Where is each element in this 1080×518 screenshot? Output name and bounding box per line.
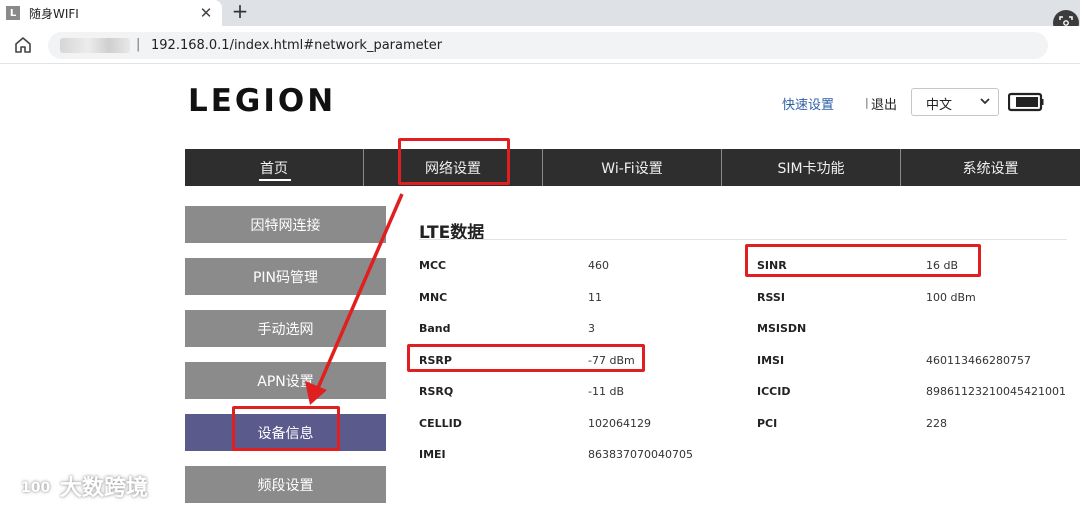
tab-favicon-icon: L (6, 6, 20, 20)
sidebar-item-internet-connection[interactable]: 因特网连接 (185, 206, 386, 243)
language-select[interactable]: 中文 (911, 88, 999, 116)
sidebar-item-manual-network[interactable]: 手动选网 (185, 310, 386, 347)
table-row: RSRP -77 dBm IMSI 460113466280757 (419, 350, 1080, 382)
row-value-2: 89861123210045421001 (926, 385, 1066, 398)
battery-icon (1007, 91, 1044, 113)
browser-tab-bar: L 随身WIFI ✕ + (0, 0, 1080, 26)
watermark-logo-icon: 100 (11, 476, 50, 496)
table-row: Band 3 MSISDN (419, 318, 1080, 350)
lte-data-table: MCC 460 SINR 16 dB MNC 11 RSSI 100 dBm B… (419, 255, 1080, 476)
row-label-2: RSSI (757, 290, 785, 304)
row-label-2: ICCID (757, 385, 791, 398)
table-row: MCC 460 SINR 16 dB (419, 255, 1080, 287)
row-label: RSRQ (419, 385, 454, 398)
browser-tab[interactable]: L 随身WIFI ✕ (0, 0, 222, 26)
home-icon[interactable] (12, 35, 34, 55)
sidebar-item-band-settings[interactable]: 频段设置 (185, 466, 386, 503)
tab-title: 随身WIFI (29, 6, 79, 21)
row-label: MNC (419, 290, 448, 304)
row-value: 11 (588, 290, 602, 304)
legion-logo: LEGION (188, 83, 337, 119)
quick-settings-link[interactable]: 快速设置 (782, 94, 834, 113)
row-label: CELLID (419, 416, 462, 430)
nav-item-network-settings[interactable]: 网络设置 (364, 149, 543, 186)
nav-item-home[interactable]: 首页 (185, 149, 364, 186)
row-label-2: MSISDN (757, 322, 807, 335)
row-label-2: PCI (757, 416, 778, 430)
row-label-2: IMSI (757, 353, 785, 367)
url-text: 192.168.0.1/index.html#network_parameter (151, 38, 443, 53)
title-divider (419, 239, 1067, 240)
url-separator: | (136, 37, 141, 52)
language-value: 中文 (926, 98, 953, 113)
sidebar-item-pin-management[interactable]: PIN码管理 (185, 258, 386, 295)
address-bar: | 192.168.0.1/index.html#network_paramet… (0, 26, 1080, 64)
row-label: MCC (419, 259, 447, 272)
svg-text:100: 100 (21, 480, 50, 496)
tab-close-button[interactable]: ✕ (196, 3, 216, 23)
row-label: IMEI (419, 448, 446, 461)
nav-item-system-settings[interactable]: 系统设置 (901, 149, 1080, 186)
row-label: RSRP (419, 353, 452, 367)
url-input[interactable]: | 192.168.0.1/index.html#network_paramet… (48, 32, 1048, 59)
row-value-2: 16 dB (926, 259, 959, 272)
row-value: 460 (588, 259, 609, 272)
main-nav: 首页 网络设置 Wi-Fi设置 SIM卡功能 系统设置 (185, 149, 1080, 186)
table-row: MNC 11 RSSI 100 dBm (419, 287, 1080, 319)
row-value: -77 dBm (588, 353, 635, 367)
nav-item-wifi-settings[interactable]: Wi-Fi设置 (543, 149, 722, 186)
row-value: 3 (588, 322, 595, 335)
blurred-info-icon (60, 38, 130, 53)
sidebar-item-apn-settings[interactable]: APN设置 (185, 362, 386, 399)
new-tab-button[interactable]: + (228, 0, 252, 23)
table-row: CELLID 102064129 PCI 228 (419, 413, 1080, 445)
logout-link[interactable]: 退出 (871, 94, 897, 113)
row-value-2: 100 dBm (926, 290, 976, 304)
watermark-text: 大数跨境 (60, 476, 149, 501)
nav-item-sim-functions[interactable]: SIM卡功能 (722, 149, 901, 186)
row-label-2: SINR (757, 259, 787, 272)
sidebar-item-device-info[interactable]: 设备信息 (185, 414, 386, 451)
side-menu: 因特网连接 PIN码管理 手动选网 APN设置 设备信息 频段设置 (185, 206, 386, 518)
table-row: IMEI 863837070040705 (419, 444, 1080, 476)
chevron-down-icon (979, 95, 991, 111)
row-value-2: 228 (926, 416, 947, 430)
watermark: 100 大数跨境 (8, 470, 148, 502)
row-label: Band (419, 322, 451, 335)
row-value: 102064129 (588, 416, 651, 430)
row-value: -11 dB (588, 385, 624, 398)
table-row: RSRQ -11 dB ICCID 89861123210045421001 (419, 381, 1080, 413)
row-value-2: 460113466280757 (926, 353, 1031, 367)
header-separator: | (865, 96, 869, 109)
row-value: 863837070040705 (588, 448, 693, 461)
